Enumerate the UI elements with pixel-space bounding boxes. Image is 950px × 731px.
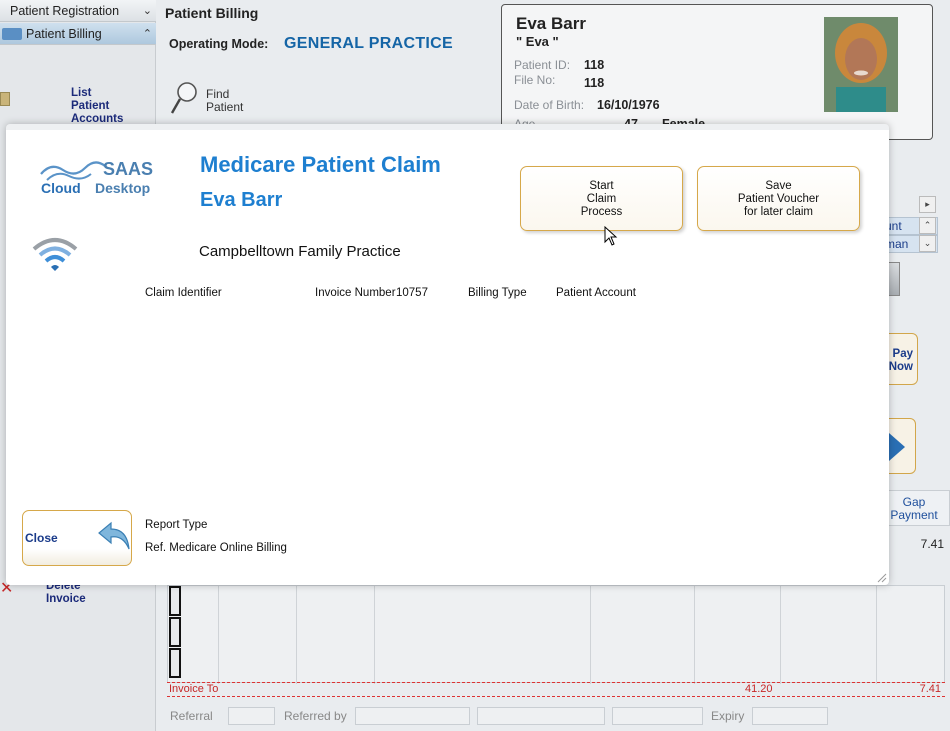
- sidebar-section-patient-billing[interactable]: Patient Billing ⌃: [0, 23, 156, 45]
- invoice-items-grid: [167, 585, 945, 684]
- button-label-line: for later claim: [743, 206, 814, 218]
- dob-value: 16/10/1976: [597, 98, 660, 112]
- referral-field-2[interactable]: [477, 707, 605, 725]
- invoice-total-gap: 7.41: [919, 683, 941, 695]
- close-button[interactable]: Close: [22, 510, 132, 566]
- invoice-total-label: Invoice To: [169, 683, 219, 695]
- header-line: Payment: [890, 508, 938, 522]
- practice-name: Campbelltown Family Practice: [199, 243, 401, 260]
- button-label-line: Claim: [586, 193, 617, 205]
- operating-mode-label: Operating Mode:: [169, 37, 269, 51]
- patient-nickname: " Eva ": [516, 34, 559, 49]
- scroll-down-icon[interactable]: ⌄: [919, 235, 936, 252]
- report-type-label: Report Type: [145, 519, 208, 531]
- list-patient-accounts-link[interactable]: List Patient Accounts: [71, 87, 123, 126]
- dialog-patient-name: Eva Barr: [200, 189, 283, 211]
- button-label-line: Start: [589, 180, 614, 192]
- saas-cloud-desktop-logo: SAAS Cloud Desktop: [39, 156, 174, 206]
- billing-type-label: Billing Type: [468, 287, 527, 299]
- arrow-right-icon: [889, 433, 905, 461]
- medicare-claim-dialog: SAAS Cloud Desktop Medicare Patient Clai…: [6, 124, 889, 585]
- logo-cloud: Cloud: [41, 180, 81, 196]
- referred-by-label: Referred by: [284, 709, 347, 723]
- patient-card: Eva Barr " Eva " Patient ID: 118 File No…: [501, 4, 933, 140]
- start-claim-process-button[interactable]: Start Claim Process: [520, 166, 683, 231]
- magnifier-icon[interactable]: [170, 80, 200, 116]
- mouse-cursor-icon: [604, 226, 618, 246]
- button-label-line: Save: [765, 180, 792, 192]
- accounts-icon: [0, 92, 10, 106]
- link-line: Invoice: [46, 593, 86, 605]
- logo-desktop: Desktop: [95, 180, 151, 196]
- operating-mode-value: GENERAL PRACTICE: [284, 35, 453, 52]
- find-patient-button[interactable]: Find Patient: [206, 88, 243, 114]
- row-selector[interactable]: [169, 648, 181, 678]
- patient-id-label: Patient ID:: [514, 58, 571, 72]
- patient-id-value: 118: [584, 58, 605, 72]
- save-patient-voucher-button[interactable]: Save Patient Voucher for later claim: [697, 166, 860, 231]
- invoice-total-row: Invoice To 41.20 7.41: [167, 682, 945, 697]
- scroll-right-icon[interactable]: ▸: [919, 196, 936, 213]
- expiry-label: Expiry: [711, 709, 745, 723]
- report-type-value: Ref. Medicare Online Billing: [145, 542, 287, 554]
- button-label-line: Patient Voucher: [737, 193, 820, 205]
- close-button-label: Close: [25, 531, 58, 545]
- scroll-up-icon[interactable]: ⌃: [919, 217, 936, 234]
- referred-by-field[interactable]: [355, 707, 470, 725]
- invoice-number-value: 10757: [396, 287, 428, 299]
- invoice-number-label: Invoice Number: [315, 287, 396, 299]
- chevron-down-icon: ⌄: [142, 5, 152, 17]
- row-selector[interactable]: [169, 586, 181, 616]
- dialog-title: Medicare Patient Claim: [200, 152, 441, 177]
- sidebar-section-label: Patient Billing: [26, 27, 102, 41]
- patient-name: Eva Barr: [516, 14, 586, 33]
- back-arrow-icon: [98, 521, 130, 550]
- file-no-label: File No:: [514, 73, 556, 87]
- gap-payment-value: 7.41: [920, 537, 944, 551]
- file-no-value: 118: [584, 76, 605, 90]
- link-line: Patient: [71, 100, 110, 112]
- referral-label: Referral: [170, 709, 213, 723]
- referral-field[interactable]: [228, 707, 275, 725]
- find-label-line: Patient: [206, 100, 244, 114]
- chevron-up-icon: ⌃: [142, 28, 152, 40]
- invoice-total-amount: 41.20: [745, 683, 773, 695]
- sidebar-section-label: Patient Registration: [10, 4, 120, 18]
- wifi-icon: [32, 238, 78, 271]
- dob-label: Date of Birth:: [514, 98, 585, 112]
- patient-account-label: Patient Account: [556, 287, 636, 299]
- button-label-line: Process: [580, 206, 623, 218]
- sidebar-section-patient-registration[interactable]: Patient Registration ⌄: [0, 0, 156, 22]
- link-line: List: [71, 87, 92, 99]
- row-selector[interactable]: [169, 617, 181, 647]
- expiry-field[interactable]: [752, 707, 828, 725]
- logo-saas: SAAS: [103, 159, 154, 179]
- page-title: Patient Billing: [165, 5, 259, 21]
- patient-photo: [824, 17, 898, 112]
- resize-grip-icon[interactable]: [877, 573, 887, 583]
- referral-field-3[interactable]: [612, 707, 703, 725]
- billing-icon: [2, 28, 22, 40]
- claim-identifier-label: Claim Identifier: [145, 287, 222, 299]
